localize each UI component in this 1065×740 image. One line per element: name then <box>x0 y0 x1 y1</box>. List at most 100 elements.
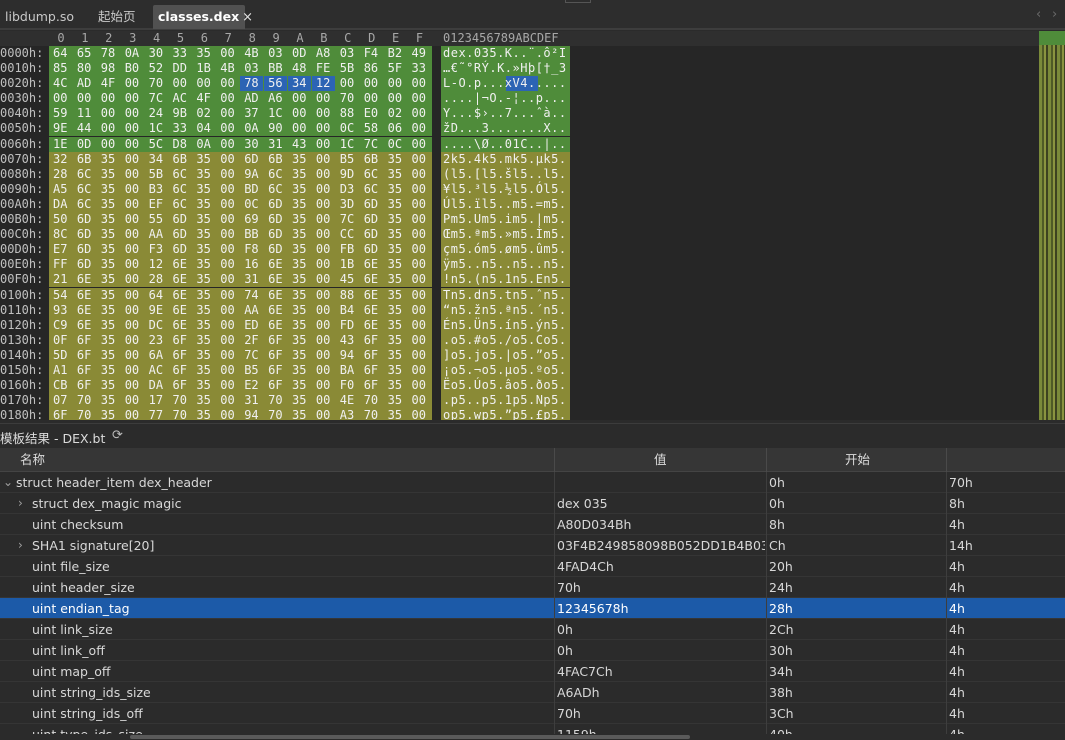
hex-byte[interactable]: 35 <box>97 393 120 408</box>
refresh-icon[interactable]: ⟳ <box>112 428 123 443</box>
hex-byte[interactable]: 00 <box>121 137 144 152</box>
hex-byte[interactable]: 6E <box>360 303 383 318</box>
hex-byte[interactable]: 70 <box>169 393 192 408</box>
hex-byte[interactable]: A1 <box>49 363 72 378</box>
hex-byte[interactable]: 0C <box>384 137 407 152</box>
hex-byte[interactable]: 00 <box>216 333 239 348</box>
hex-ascii[interactable]: ]o5.jo5.|o5.”o5. <box>443 348 567 363</box>
hex-byte[interactable]: 00 <box>121 152 144 167</box>
template-row[interactable]: uint link_size 0h 2Ch 4h <box>0 619 1065 640</box>
hex-byte[interactable]: 35 <box>97 378 120 393</box>
hex-byte[interactable]: AD <box>240 91 263 106</box>
hex-byte[interactable]: 31 <box>240 393 263 408</box>
hex-byte[interactable]: FB <box>336 242 359 257</box>
hex-byte[interactable]: 43 <box>336 333 359 348</box>
hex-byte[interactable]: 35 <box>288 227 311 242</box>
hex-byte[interactable]: 49 <box>408 46 431 61</box>
hex-ascii[interactable]: ¥l5.³l5.½l5.Ól5. <box>443 182 567 197</box>
hex-ascii[interactable]: Pm5.Um5.im5.|m5. <box>443 212 567 227</box>
hex-byte[interactable]: 35 <box>97 167 120 182</box>
hex-byte[interactable]: 6C <box>169 197 192 212</box>
hex-byte[interactable]: 07 <box>49 393 72 408</box>
hex-byte[interactable]: 00 <box>408 227 431 242</box>
hex-byte[interactable]: BB <box>264 61 287 76</box>
hex-byte[interactable]: AC <box>145 363 168 378</box>
hex-byte[interactable]: 6A <box>145 348 168 363</box>
hex-byte[interactable]: 35 <box>192 257 215 272</box>
hex-byte[interactable]: 00 <box>408 167 431 182</box>
hex-ascii[interactable]: ÿm5..n5..n5..n5. <box>443 257 567 272</box>
hex-byte[interactable]: 35 <box>97 242 120 257</box>
hex-byte[interactable]: 78 <box>97 46 120 61</box>
hex-byte[interactable]: 24 <box>145 106 168 121</box>
hex-byte[interactable]: 6E <box>73 318 96 333</box>
hex-byte[interactable]: 6C <box>169 167 192 182</box>
hex-byte[interactable]: 35 <box>384 378 407 393</box>
hex-byte[interactable]: 35 <box>192 318 215 333</box>
hex-byte[interactable]: 32 <box>49 152 72 167</box>
hex-byte[interactable]: 35 <box>192 272 215 287</box>
hex-byte[interactable]: 6B <box>169 152 192 167</box>
hex-byte[interactable]: 35 <box>97 152 120 167</box>
hex-byte[interactable]: 35 <box>288 378 311 393</box>
hex-byte[interactable]: 00 <box>312 91 335 106</box>
hex-byte[interactable]: 6E <box>264 303 287 318</box>
scrollbar-thumb[interactable] <box>130 735 690 739</box>
hex-byte[interactable]: A6 <box>264 91 287 106</box>
hex-byte[interactable]: F0 <box>336 378 359 393</box>
hex-byte[interactable]: 35 <box>192 348 215 363</box>
hex-byte[interactable]: 64 <box>49 46 72 61</box>
hex-byte[interactable]: 35 <box>288 393 311 408</box>
hex-byte[interactable]: 70 <box>264 408 287 420</box>
hex-byte[interactable]: 0A <box>192 137 215 152</box>
hex-byte[interactable]: 35 <box>97 303 120 318</box>
hex-byte[interactable]: 00 <box>216 46 239 61</box>
hex-byte[interactable]: 00 <box>121 242 144 257</box>
hex-byte[interactable]: 00 <box>288 91 311 106</box>
hex-byte[interactable]: 00 <box>408 363 431 378</box>
hex-byte[interactable]: 88 <box>336 106 359 121</box>
hex-byte[interactable]: B5 <box>336 152 359 167</box>
hex-byte[interactable]: 6E <box>360 318 383 333</box>
hex-byte[interactable]: 00 <box>408 197 431 212</box>
hex-byte[interactable]: 30 <box>240 137 263 152</box>
hex-byte[interactable]: 35 <box>97 348 120 363</box>
hex-byte[interactable]: CB <box>49 378 72 393</box>
hex-byte[interactable]: 00 <box>216 393 239 408</box>
hex-byte[interactable]: 9B <box>169 106 192 121</box>
hex-byte[interactable]: FE <box>312 61 335 76</box>
hex-byte[interactable]: DA <box>49 197 72 212</box>
hex-byte[interactable]: 04 <box>192 121 215 136</box>
hex-byte[interactable]: DD <box>169 61 192 76</box>
hex-byte[interactable]: 70 <box>73 393 96 408</box>
hex-byte[interactable]: 00 <box>216 137 239 152</box>
hex-byte[interactable]: 35 <box>192 288 215 303</box>
hex-byte[interactable]: 6F <box>169 348 192 363</box>
hex-byte[interactable]: 00 <box>216 227 239 242</box>
chevron-right-icon[interactable]: › <box>1052 7 1057 22</box>
hex-byte[interactable]: 00 <box>216 303 239 318</box>
hex-byte[interactable]: 1B <box>336 257 359 272</box>
hex-byte[interactable]: 00 <box>121 378 144 393</box>
hex-byte[interactable]: 77 <box>145 408 168 420</box>
hex-byte[interactable]: 35 <box>97 182 120 197</box>
hex-byte[interactable]: 6F <box>264 333 287 348</box>
column-header-value[interactable]: 值 <box>654 448 667 472</box>
hex-byte[interactable]: A8 <box>312 46 335 61</box>
hex-byte[interactable]: 35 <box>384 242 407 257</box>
hex-byte[interactable]: 12 <box>145 257 168 272</box>
column-divider[interactable] <box>946 448 947 472</box>
hex-byte[interactable]: 6E <box>264 272 287 287</box>
hex-byte[interactable]: FF <box>49 257 72 272</box>
hex-byte[interactable]: 00 <box>121 91 144 106</box>
hex-byte[interactable]: 0C <box>240 197 263 212</box>
hex-byte[interactable]: 6F <box>73 348 96 363</box>
hex-byte[interactable]: 35 <box>384 182 407 197</box>
hex-byte[interactable]: 00 <box>216 257 239 272</box>
hex-byte[interactable]: 35 <box>288 348 311 363</box>
template-row[interactable]: uint type_ids_size 1159h 40h 4h <box>0 724 1065 734</box>
hex-ascii[interactable]: çm5.óm5.øm5.ûm5. <box>443 242 567 257</box>
hex-byte[interactable]: 6E <box>264 288 287 303</box>
hex-byte[interactable]: 9D <box>336 167 359 182</box>
hex-byte[interactable]: 1C <box>264 106 287 121</box>
